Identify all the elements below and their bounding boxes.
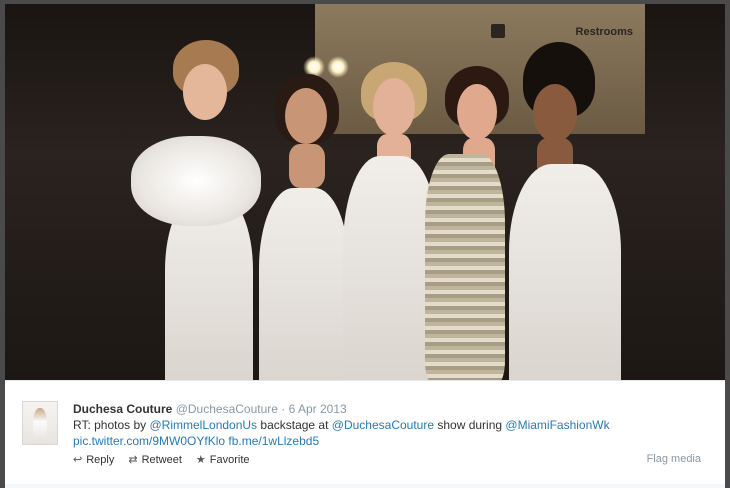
favorite-label: Favorite [209,453,250,466]
model-face [533,84,577,142]
mention-miamifashionwk[interactable]: @MiamiFashionWk [505,418,609,432]
restrooms-sign: Restrooms [575,26,633,38]
model-dress [259,188,349,380]
tweet-photo[interactable]: Restrooms [5,4,725,380]
favorite-button[interactable]: ★ Favorite [195,453,250,467]
avatar[interactable] [22,401,58,445]
separator-dot: · [281,402,286,416]
author-handle[interactable]: @DuchesaCouture [176,402,278,416]
mention-duchesa[interactable]: @DuchesaCouture [332,418,434,432]
model-face [183,64,227,120]
model-face [285,88,327,144]
tweet-date[interactable]: 6 Apr 2013 [289,402,347,416]
model-neck [289,144,325,188]
text-middle2: show during [434,418,506,432]
fur-stole [131,136,261,226]
pic-link[interactable]: pic.twitter.com/9MW0OYfKlo [73,434,225,448]
model-face [373,78,415,136]
media-viewer: Restrooms Duchesa Couture @DuchesaCoutur… [0,0,730,488]
model-dress [509,164,621,380]
text-middle: backstage at [257,418,332,432]
tweet-card: Duchesa Couture @DuchesaCouture · 6 Apr … [5,380,725,485]
model-face [457,84,497,140]
stage-light [327,56,349,78]
tweet-actions: ↩ Reply ⇄ Retweet ★ Favorite [73,453,250,467]
avatar-figure [33,408,47,442]
reply-button[interactable]: ↩ Reply [73,453,115,467]
tweet-header: Duchesa Couture @DuchesaCouture · 6 Apr … [73,401,347,417]
fb-link[interactable]: fb.me/1wLlzebd5 [228,434,319,448]
retweet-label: Retweet [141,453,182,466]
star-icon: ★ [195,454,206,466]
flag-media-link[interactable]: Flag media [647,453,701,465]
text-prefix: RT: photos by [73,418,150,432]
retweet-icon: ⇄ [128,454,138,466]
author-name[interactable]: Duchesa Couture [73,402,172,416]
reply-icon: ↩ [73,454,83,466]
mention-rimmel[interactable]: @RimmelLondonUs [150,418,258,432]
retweet-button[interactable]: ⇄ Retweet [128,453,182,467]
facebook-icon [491,24,505,38]
tweet-text: RT: photos by @RimmelLondonUs backstage … [73,417,713,449]
next-tweet-edge [5,484,725,488]
reply-label: Reply [86,453,115,466]
sequin-dress [425,154,505,380]
